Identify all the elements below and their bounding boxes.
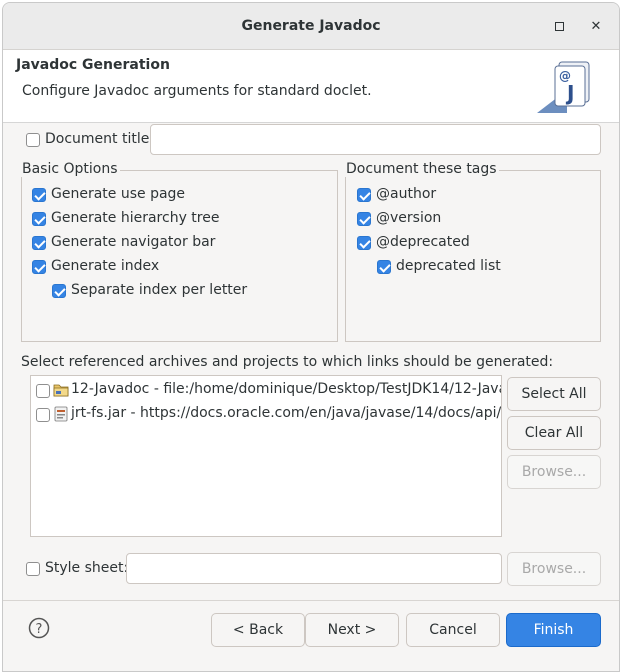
basic-options-legend: Basic Options [20,161,120,177]
document-title-checkbox[interactable] [26,133,40,147]
help-button[interactable]: ? [28,617,50,639]
author-tag-checkbox[interactable] [357,188,371,202]
svg-text:?: ? [36,622,43,637]
generate-javadoc-dialog: Generate Javadoc ✕ Javadoc Generation Co… [2,2,620,672]
deprecated-list-checkbox[interactable] [377,260,391,274]
jar-icon [54,406,68,426]
generate-use-page-label: Generate use page [51,186,186,202]
generate-hierarchy-tree-label: Generate hierarchy tree [51,210,220,226]
references-label: Select referenced archives and projects … [21,354,554,370]
reference-item-label: jrt-fs.jar - https://docs.oracle.com/en/… [71,405,502,421]
help-icon: ? [28,617,50,639]
back-button[interactable]: < Back [211,613,305,647]
version-tag-checkbox[interactable] [357,212,371,226]
close-button[interactable]: ✕ [585,15,607,37]
version-tag-label: @version [376,210,442,226]
separate-index-checkbox[interactable] [52,284,66,298]
next-button[interactable]: Next > [305,613,399,647]
generate-index-label: Generate index [51,258,160,274]
close-icon: ✕ [590,18,602,34]
title-bar: Generate Javadoc ✕ [3,3,619,50]
document-title-input[interactable] [150,124,601,155]
references-browse-button[interactable]: Browse... [507,455,601,489]
document-title-label: Document title: [45,131,155,147]
list-item[interactable]: jrt-fs.jar - https://docs.oracle.com/en/… [31,404,501,426]
references-list[interactable]: 12-Javadoc - file:/home/dominique/Deskto… [30,375,502,537]
maximize-icon [554,21,564,31]
wizard-title: Javadoc Generation [16,57,170,73]
style-sheet-input[interactable] [126,553,502,584]
generate-navigator-bar-checkbox[interactable] [32,236,46,250]
wizard-description: Configure Javadoc arguments for standard… [22,83,372,99]
folder-icon [53,383,69,401]
style-sheet-label: Style sheet: [45,560,129,576]
separate-index-label: Separate index per letter [71,282,248,298]
deprecated-tag-label: @deprecated [376,234,470,250]
reference-checkbox[interactable] [36,384,50,398]
wizard-header: Javadoc Generation Configure Javadoc arg… [3,50,619,123]
footer-divider [3,600,619,601]
window-title: Generate Javadoc [241,18,381,34]
generate-use-page-checkbox[interactable] [32,188,46,202]
javadoc-wizard-icon: @ J [537,56,597,114]
document-tags-legend: Document these tags [344,161,499,177]
author-tag-label: @author [376,186,437,202]
finish-button[interactable]: Finish [506,613,601,647]
style-sheet-browse-button[interactable]: Browse... [507,552,601,586]
select-all-button[interactable]: Select All [507,377,601,411]
style-sheet-checkbox[interactable] [26,562,40,576]
generate-navigator-bar-label: Generate navigator bar [51,234,216,250]
list-item[interactable]: 12-Javadoc - file:/home/dominique/Deskto… [31,380,501,402]
deprecated-tag-checkbox[interactable] [357,236,371,250]
reference-checkbox[interactable] [36,408,50,422]
reference-item-label: 12-Javadoc - file:/home/dominique/Deskto… [71,381,502,397]
clear-all-button[interactable]: Clear All [507,416,601,450]
svg-text:J: J [565,81,574,105]
cancel-button[interactable]: Cancel [406,613,500,647]
generate-hierarchy-tree-checkbox[interactable] [32,212,46,226]
maximize-button[interactable] [548,15,570,37]
deprecated-list-label: deprecated list [396,258,501,274]
generate-index-checkbox[interactable] [32,260,46,274]
